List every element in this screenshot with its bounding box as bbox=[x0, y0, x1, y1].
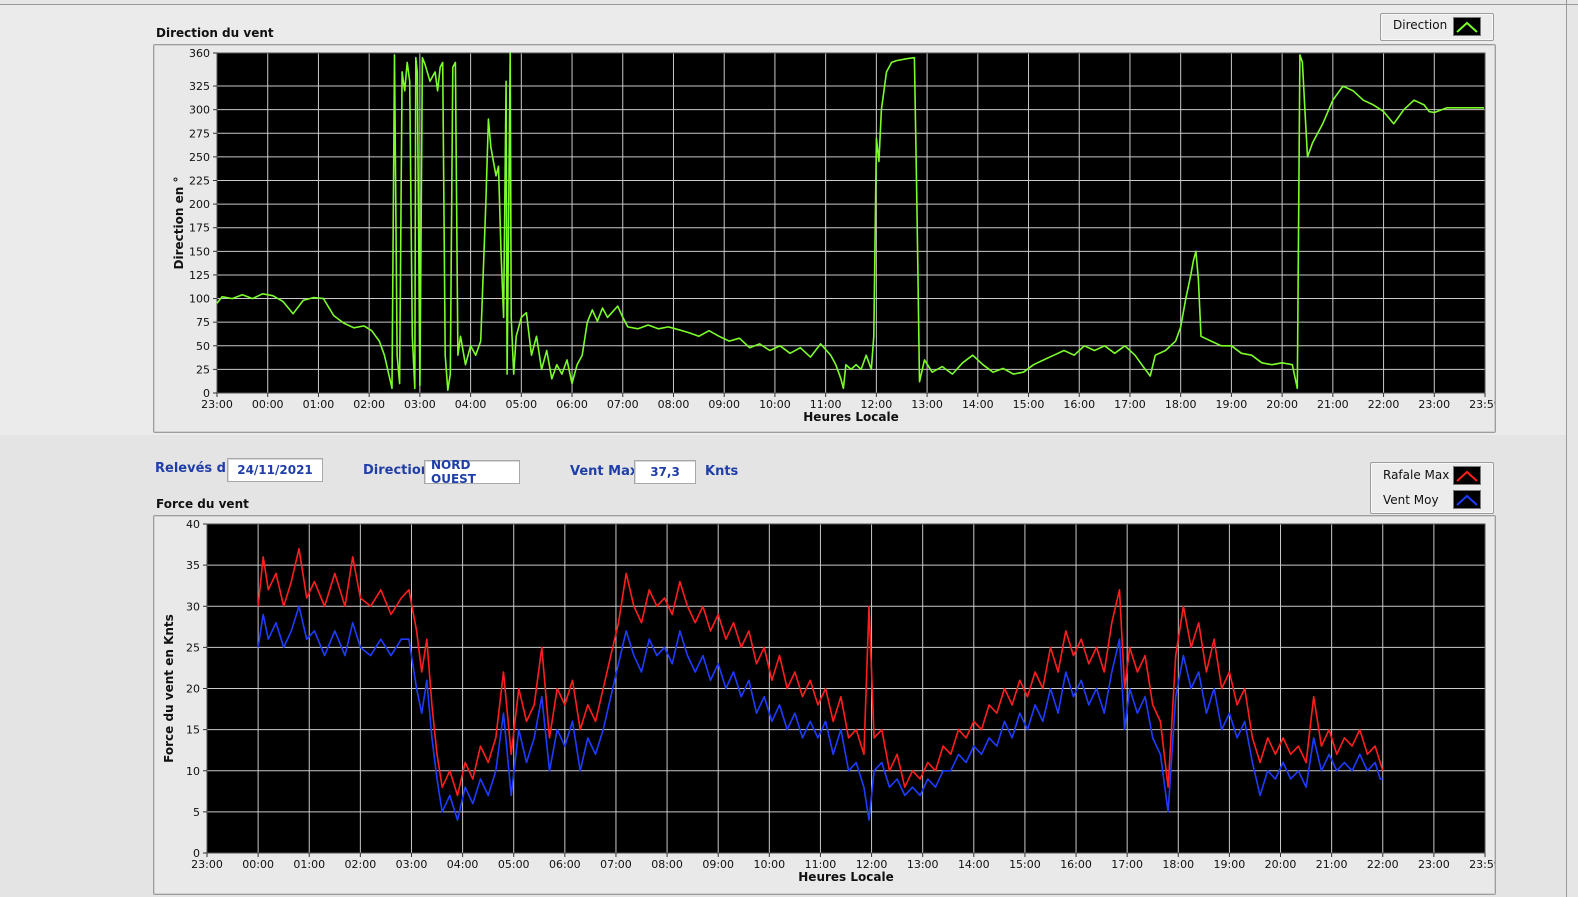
legend-item-direction[interactable]: Direction bbox=[1381, 14, 1493, 38]
y-tick-label: 300 bbox=[189, 104, 210, 117]
x-tick-label: 04:00 bbox=[455, 398, 487, 411]
force-chart-title: Force du vent bbox=[156, 497, 249, 511]
vent-max-label: Vent Max bbox=[570, 464, 639, 479]
x-tick-label: 14:00 bbox=[958, 858, 990, 871]
y-tick-label: 275 bbox=[189, 127, 210, 140]
x-tick-label: 21:00 bbox=[1317, 398, 1349, 411]
x-tick-label: 13:00 bbox=[907, 858, 939, 871]
legend-label-vent-moy: Vent Moy bbox=[1383, 493, 1439, 507]
x-tick-label: 17:00 bbox=[1114, 398, 1146, 411]
vent-max-field[interactable]: 37,3 bbox=[634, 460, 696, 484]
y-tick-label: 35 bbox=[186, 559, 200, 572]
y-tick-label: 50 bbox=[196, 340, 210, 353]
direction-chart[interactable]: 23:00 00:00 01:00 02:00 03:00 04:00 05:00 06:00… bbox=[153, 44, 1495, 433]
x-tick-label: 09:00 bbox=[702, 858, 734, 871]
y-tick-label: 360 bbox=[189, 47, 210, 60]
direction-chart-title: Direction du vent bbox=[156, 26, 274, 40]
x-tick-label: 20:00 bbox=[1266, 398, 1298, 411]
x-tick-label: 04:00 bbox=[447, 858, 479, 871]
y-tick-label: 325 bbox=[189, 80, 210, 93]
x-tick-label: 06:00 bbox=[556, 398, 588, 411]
x-tick-label: 05:00 bbox=[498, 858, 530, 871]
x-tick-label: 08:00 bbox=[651, 858, 683, 871]
vent-max-unit: Knts bbox=[705, 464, 739, 479]
x-tick-label: 20:00 bbox=[1265, 858, 1297, 871]
x-tick-label: 16:00 bbox=[1060, 858, 1092, 871]
x-tick-label: 23:59 bbox=[1469, 398, 1495, 411]
y-tick-label: 40 bbox=[186, 518, 200, 531]
line-icon bbox=[1453, 17, 1481, 36]
y-tick-label: 5 bbox=[193, 806, 200, 819]
y-tick-label: 200 bbox=[189, 198, 210, 211]
x-tick-label: 06:00 bbox=[549, 858, 581, 871]
y-axis-label: Direction en ° bbox=[172, 177, 186, 270]
x-tick-label: 21:00 bbox=[1316, 858, 1348, 871]
y-tick-label: 10 bbox=[186, 765, 200, 778]
x-tick-label: 13:00 bbox=[911, 398, 943, 411]
x-tick-label: 08:00 bbox=[658, 398, 690, 411]
x-tick-label: 16:00 bbox=[1063, 398, 1095, 411]
x-axis-label: Heures Locale bbox=[803, 410, 898, 424]
y-tick-label: 150 bbox=[189, 245, 210, 258]
x-tick-label: 07:00 bbox=[600, 858, 632, 871]
x-tick-label: 15:00 bbox=[1013, 398, 1045, 411]
x-tick-label: 03:00 bbox=[404, 398, 436, 411]
force-chart[interactable]: 23:00 00:00 01:00 02:00 03:00 04:00 05:00 06:00… bbox=[153, 515, 1495, 897]
window-right-border bbox=[1566, 0, 1567, 897]
y-tick-label: 125 bbox=[189, 269, 210, 282]
x-tick-label: 18:00 bbox=[1165, 398, 1197, 411]
x-tick-label: 09:00 bbox=[708, 398, 740, 411]
x-tick-label: 19:00 bbox=[1216, 398, 1248, 411]
x-tick-label: 22:00 bbox=[1368, 398, 1400, 411]
x-tick-label: 02:00 bbox=[345, 858, 377, 871]
x-tick-label: 18:00 bbox=[1162, 858, 1194, 871]
y-tick-label: 25 bbox=[186, 641, 200, 654]
date-field[interactable]: 24/11/2021 bbox=[227, 458, 323, 482]
x-tick-label: 05:00 bbox=[505, 398, 537, 411]
x-tick-label: 10:00 bbox=[753, 858, 785, 871]
legend-label-rafale: Rafale Max bbox=[1383, 468, 1450, 482]
plot-area bbox=[217, 53, 1485, 393]
y-tick-label: 0 bbox=[203, 387, 210, 400]
x-tick-label: 19:00 bbox=[1214, 858, 1246, 871]
date-label: Relevés du bbox=[155, 461, 236, 476]
x-tick-label: 22:00 bbox=[1367, 858, 1399, 871]
y-tick-label: 250 bbox=[189, 151, 210, 164]
x-tick-label: 14:00 bbox=[962, 398, 994, 411]
x-tick-label: 15:00 bbox=[1009, 858, 1041, 871]
y-tick-label: 20 bbox=[186, 683, 200, 696]
x-tick-label: 23:00 bbox=[1418, 398, 1450, 411]
x-tick-label: 07:00 bbox=[607, 398, 639, 411]
y-tick-label: 75 bbox=[196, 316, 210, 329]
x-tick-label: 23:59 bbox=[1469, 858, 1495, 871]
x-tick-label: 23:00 bbox=[1418, 858, 1450, 871]
y-tick-label: 30 bbox=[186, 600, 200, 613]
y-tick-label: 0 bbox=[193, 847, 200, 860]
y-tick-label: 225 bbox=[189, 175, 210, 188]
legend-item-vent-moy[interactable]: Vent Moy bbox=[1371, 488, 1493, 512]
y-axis-label: Force du vent en Knts bbox=[162, 614, 176, 763]
direction-field[interactable]: NORD OUEST bbox=[424, 458, 520, 486]
legend-item-rafale[interactable]: Rafale Max bbox=[1371, 463, 1493, 487]
x-tick-label: 01:00 bbox=[293, 858, 325, 871]
direction-label: Direction bbox=[363, 463, 431, 478]
x-tick-label: 17:00 bbox=[1111, 858, 1143, 871]
x-axis-label: Heures Locale bbox=[798, 870, 893, 884]
x-tick-label: 10:00 bbox=[759, 398, 791, 411]
x-tick-label: 01:00 bbox=[303, 398, 335, 411]
direction-legend: Direction bbox=[1380, 13, 1494, 41]
x-tick-label: 03:00 bbox=[396, 858, 428, 871]
x-tick-label: 00:00 bbox=[242, 858, 274, 871]
x-tick-label: 00:00 bbox=[252, 398, 284, 411]
y-tick-label: 15 bbox=[186, 724, 200, 737]
line-icon bbox=[1453, 490, 1481, 509]
line-icon bbox=[1453, 466, 1481, 485]
y-tick-label: 175 bbox=[189, 222, 210, 235]
y-tick-label: 25 bbox=[196, 363, 210, 376]
force-legend: Rafale Max Vent Moy bbox=[1370, 462, 1494, 514]
legend-label-direction: Direction bbox=[1393, 18, 1448, 32]
x-tick-label: 02:00 bbox=[353, 398, 385, 411]
y-tick-label: 100 bbox=[189, 293, 210, 306]
